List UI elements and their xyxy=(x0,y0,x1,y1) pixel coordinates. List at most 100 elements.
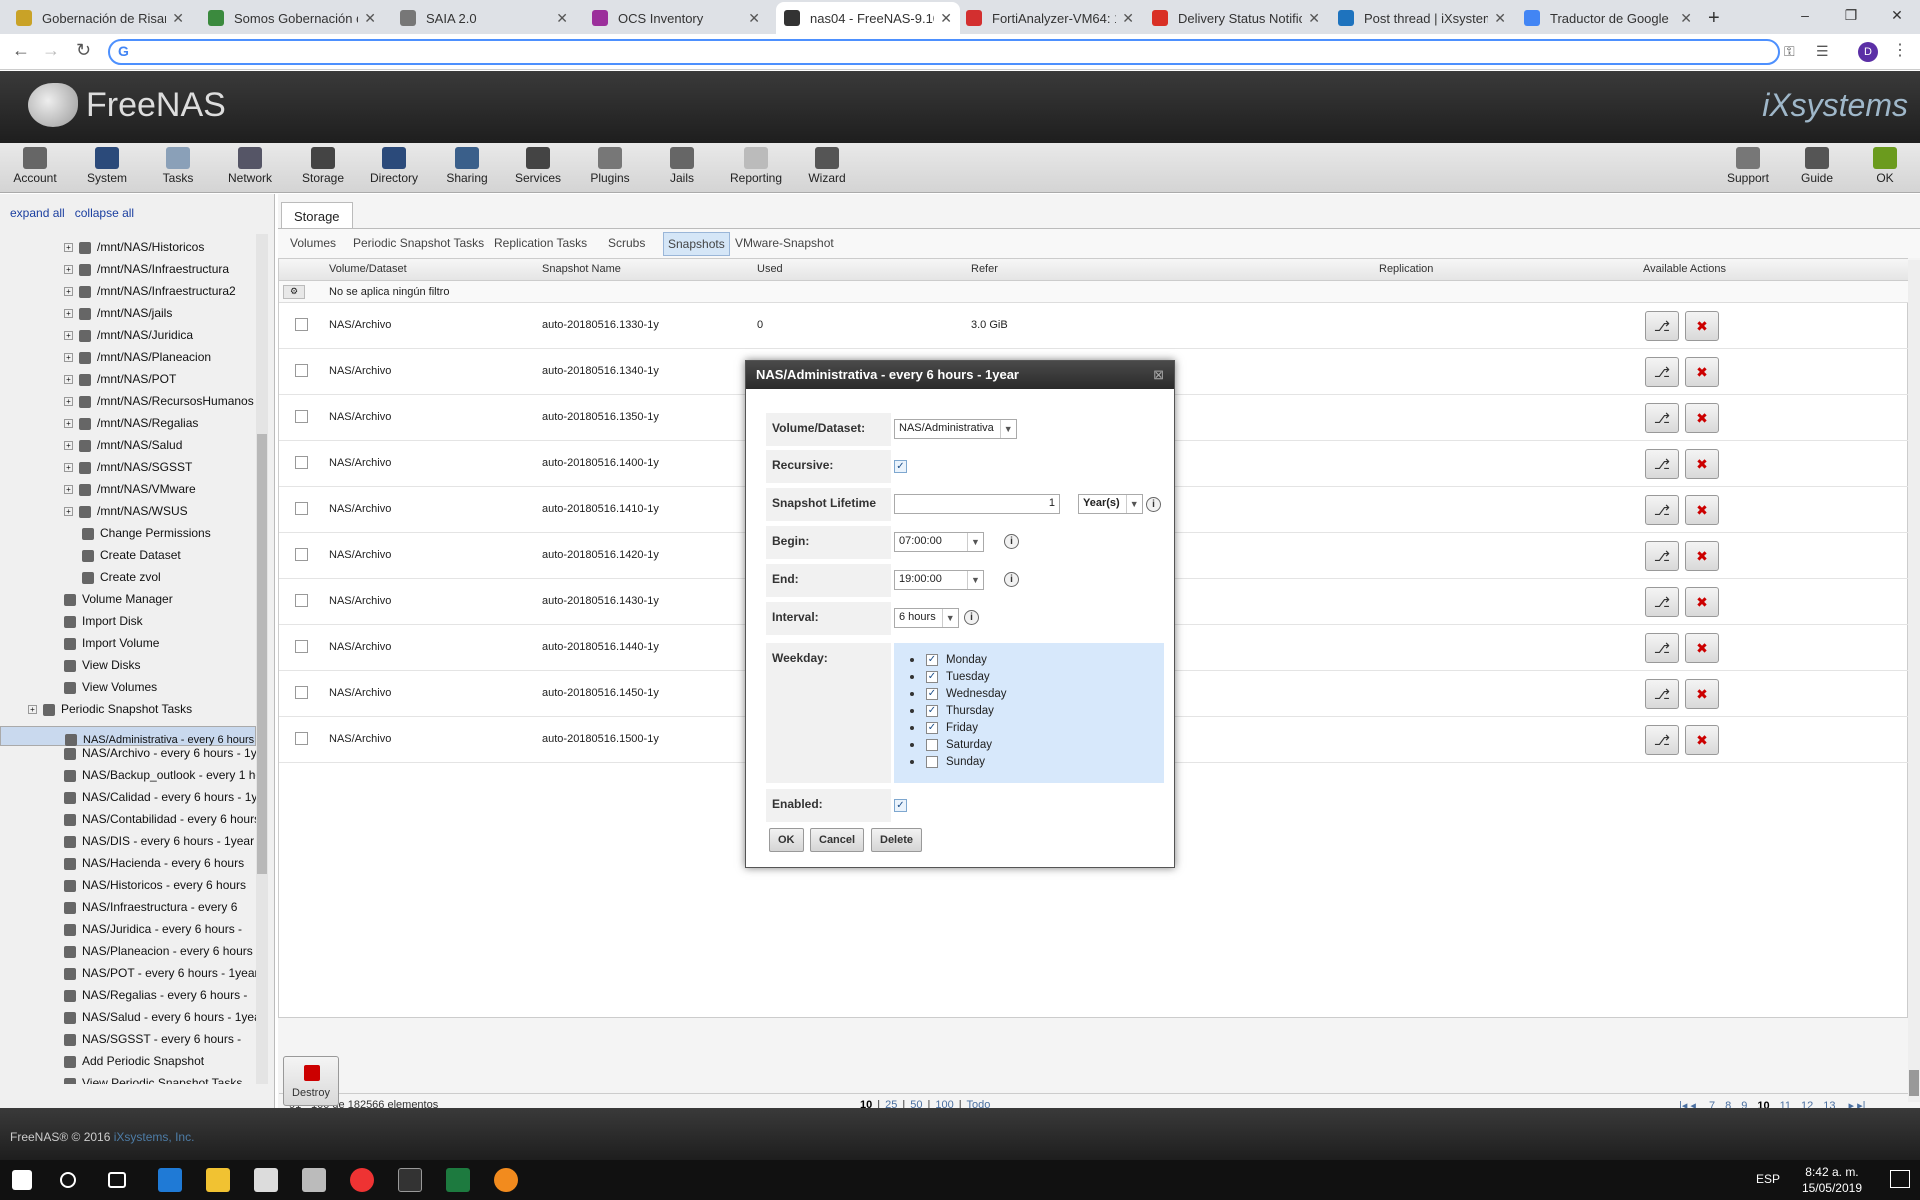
close-tab-icon[interactable]: ✕ xyxy=(940,10,952,27)
store-icon[interactable] xyxy=(254,1168,278,1192)
info-icon[interactable]: i xyxy=(1004,572,1019,587)
row-checkbox[interactable] xyxy=(295,686,308,699)
tree-storage-item[interactable]: Volume Manager xyxy=(64,588,173,610)
tab-storage[interactable]: Storage xyxy=(281,202,353,230)
expand-icon[interactable]: + xyxy=(28,705,37,715)
grid-scrollbar[interactable] xyxy=(1908,260,1920,1102)
close-tab-icon[interactable]: ✕ xyxy=(1308,10,1320,27)
expand-icon[interactable]: + xyxy=(64,485,73,495)
tree-dataset-item[interactable]: + /mnt/NAS/Salud xyxy=(64,434,182,456)
toolbar-tasks-button[interactable]: Tasks xyxy=(148,147,208,185)
close-tab-icon[interactable]: ✕ xyxy=(1122,10,1134,27)
subtab-scrubs[interactable]: Scrubs xyxy=(608,236,645,250)
row-checkbox[interactable] xyxy=(295,502,308,515)
tree-periodic-item[interactable]: NAS/Hacienda - every 6 hours xyxy=(64,852,244,874)
toolbar-reporting-button[interactable]: Reporting xyxy=(726,147,786,185)
profile-avatar[interactable]: D xyxy=(1858,42,1878,62)
volume-select[interactable]: NAS/Administrativa ▼ xyxy=(894,419,1017,439)
tree-storage-item[interactable]: Import Volume xyxy=(64,632,159,654)
tree-periodic-item[interactable]: NAS/Backup_outlook - every 1 hours xyxy=(64,764,256,786)
browser-tab[interactable]: SAIA 2.0 ✕ xyxy=(392,2,576,34)
forward-icon[interactable]: → xyxy=(42,40,60,61)
tree-dataset-item[interactable]: + /mnt/NAS/Infraestructura xyxy=(64,258,229,280)
expand-icon[interactable]: + xyxy=(64,441,73,451)
tree-periodic-item[interactable]: NAS/Infraestructura - every 6 xyxy=(64,896,237,918)
weekday-checkbox[interactable]: ✓ xyxy=(926,687,938,700)
expand-icon[interactable]: + xyxy=(64,397,73,407)
destroy-snapshot-button[interactable]: ✖ xyxy=(1685,449,1719,479)
subtab-periodic-snapshot-tasks[interactable]: Periodic Snapshot Tasks xyxy=(353,236,484,250)
end-select[interactable]: 19:00:00 ▼ xyxy=(894,570,984,590)
enabled-checkbox[interactable]: ✓ xyxy=(894,799,907,812)
browser-tab[interactable]: Post thread | iXsystems ✕ xyxy=(1330,2,1514,34)
row-checkbox[interactable] xyxy=(295,594,308,607)
destroy-button[interactable]: Destroy xyxy=(283,1056,339,1106)
toolbar-jails-button[interactable]: Jails xyxy=(652,147,712,185)
tree-periodic-item[interactable]: NAS/Planeacion - every 6 hours xyxy=(64,940,253,962)
toolbar-sharing-button[interactable]: Sharing xyxy=(437,147,497,185)
expand-icon[interactable]: + xyxy=(64,287,73,297)
clone-snapshot-button[interactable]: ⎇ xyxy=(1645,679,1679,709)
tree-scrollbar[interactable] xyxy=(256,234,268,1084)
close-window-icon[interactable]: ✕ xyxy=(1874,0,1920,34)
close-tab-icon[interactable]: ✕ xyxy=(748,10,760,27)
browser-tab[interactable]: Gobernación de Risaralda ✕ xyxy=(8,2,192,34)
browser-tab[interactable]: Somos Gobernación de Risaralda ✕ xyxy=(200,2,384,34)
close-tab-icon[interactable]: ✕ xyxy=(364,10,376,27)
tree-dataset-item[interactable]: + /mnt/NAS/Infraestructura2 xyxy=(64,280,236,302)
company-link[interactable]: iXsystems, Inc. xyxy=(114,1130,195,1144)
key-icon[interactable]: ⚿ xyxy=(1784,43,1795,60)
row-checkbox[interactable] xyxy=(295,364,308,377)
expand-icon[interactable]: + xyxy=(64,309,73,319)
destroy-snapshot-button[interactable]: ✖ xyxy=(1685,357,1719,387)
edge-icon[interactable] xyxy=(158,1168,182,1192)
tree-dataset-item[interactable]: + /mnt/NAS/RecursosHumanos xyxy=(64,390,254,412)
toolbar-system-button[interactable]: System xyxy=(77,147,137,185)
tree-storage-item[interactable]: View Volumes xyxy=(64,676,157,698)
tree-dataset-item[interactable]: + /mnt/NAS/jails xyxy=(64,302,172,324)
tree-periodic-item[interactable]: View Periodic Snapshot Tasks xyxy=(64,1072,242,1084)
tree-periodic-item[interactable]: NAS/Contabilidad - every 6 hours xyxy=(64,808,256,830)
lifetime-unit-select[interactable]: Year(s) ▼ xyxy=(1078,494,1143,514)
tree-dataset-item[interactable]: + /mnt/NAS/SGSST xyxy=(64,456,192,478)
reload-icon[interactable]: ↻ xyxy=(76,40,91,61)
excel-icon[interactable] xyxy=(446,1168,470,1192)
interval-select[interactable]: 6 hours ▼ xyxy=(894,608,959,628)
weekday-checkbox[interactable]: ✓ xyxy=(926,704,938,717)
toolbar-ok-button[interactable]: OK xyxy=(1855,147,1915,185)
tree-action-item[interactable]: Create zvol xyxy=(82,566,161,588)
tree-periodic-item[interactable]: NAS/Regalias - every 6 hours - xyxy=(64,984,247,1006)
weekday-checkbox[interactable]: ✓ xyxy=(926,653,938,666)
tree-periodic-item[interactable]: NAS/Calidad - every 6 hours - 1year xyxy=(64,786,256,808)
browser-tab[interactable]: FortiAnalyzer-VM64: 10 ✕ xyxy=(958,2,1142,34)
expand-icon[interactable]: + xyxy=(64,265,73,275)
language-indicator[interactable]: ESP xyxy=(1756,1172,1780,1186)
clone-snapshot-button[interactable]: ⎇ xyxy=(1645,357,1679,387)
weekday-checkbox[interactable]: ✓ xyxy=(926,670,938,683)
browser-tab[interactable]: Delivery Status Notification ✕ xyxy=(1144,2,1328,34)
back-icon[interactable]: ← xyxy=(12,40,30,61)
delete-button[interactable]: Delete xyxy=(871,828,923,852)
ok-button[interactable]: OK xyxy=(769,828,804,852)
row-checkbox[interactable] xyxy=(295,732,308,745)
destroy-snapshot-button[interactable]: ✖ xyxy=(1685,633,1719,663)
destroy-snapshot-button[interactable]: ✖ xyxy=(1685,495,1719,525)
column-header[interactable]: Refer xyxy=(971,263,998,275)
weekday-checkbox[interactable] xyxy=(926,755,938,768)
dialog-close-icon[interactable]: ⊠ xyxy=(1153,361,1164,389)
row-checkbox[interactable] xyxy=(295,456,308,469)
windows-start-icon[interactable] xyxy=(12,1170,32,1190)
begin-select[interactable]: 07:00:00 ▼ xyxy=(894,532,984,552)
minimize-icon[interactable]: – xyxy=(1782,0,1828,34)
tree-action-item[interactable]: Create Dataset xyxy=(82,544,181,566)
tree-dataset-item[interactable]: + /mnt/NAS/Regalias xyxy=(64,412,198,434)
terminal-icon[interactable] xyxy=(398,1168,422,1192)
clock[interactable]: 8:42 a. m. 15/05/2019 xyxy=(1802,1164,1862,1196)
task-view-icon[interactable] xyxy=(108,1172,126,1188)
file-explorer-icon[interactable] xyxy=(206,1168,230,1192)
tree-periodic-item[interactable]: NAS/Juridica - every 6 hours - xyxy=(64,918,242,940)
destroy-snapshot-button[interactable]: ✖ xyxy=(1685,541,1719,571)
row-checkbox[interactable] xyxy=(295,640,308,653)
info-icon[interactable]: i xyxy=(964,610,979,625)
weekday-checkbox[interactable] xyxy=(926,738,938,751)
